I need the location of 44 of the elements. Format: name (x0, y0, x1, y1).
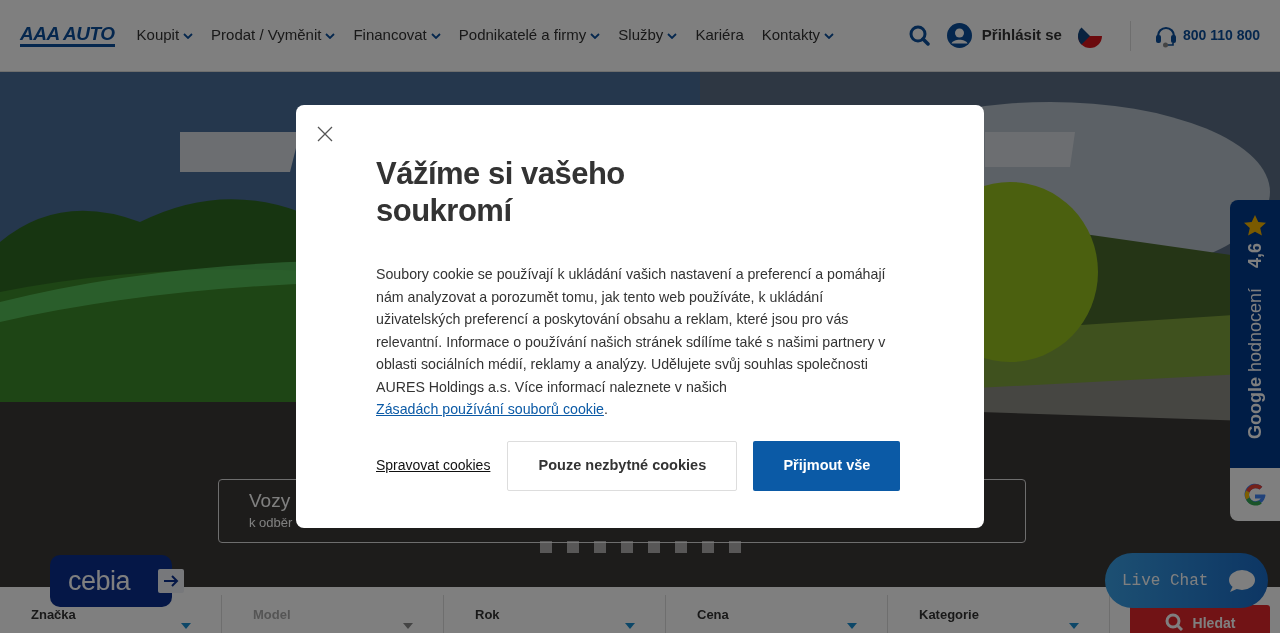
nav-link[interactable]: Služby (618, 24, 678, 47)
nav-link[interactable]: Kontakty (761, 24, 835, 47)
login-link[interactable]: Přihlásit se (981, 24, 1062, 47)
arrow-right-icon (158, 569, 184, 593)
nav-link[interactable]: Koupit (136, 24, 194, 47)
chevron-down-icon (590, 32, 601, 39)
close-button[interactable] (317, 126, 333, 142)
google-logo-icon (1243, 482, 1267, 507)
chevron-down-icon (824, 32, 835, 39)
filter-dropdown[interactable]: Rok (444, 595, 666, 633)
live-chat-button[interactable]: Live Chat (1105, 553, 1268, 608)
filter-dropdown[interactable]: Cena (666, 595, 888, 633)
user-avatar-icon[interactable] (946, 23, 972, 48)
banner-subtitle: k odběr (249, 513, 294, 532)
dialog-title: Vážíme si vašeho soukromí (376, 155, 626, 230)
logo[interactable]: AAA AUTO (20, 24, 115, 47)
search-icon (1164, 613, 1183, 631)
necessary-cookies-button[interactable]: Pouze nezbytné cookies (507, 440, 738, 491)
rating-label: Google hodnocení (1243, 288, 1266, 440)
rating-widget[interactable]: 4,6 Google hodnocení (1230, 200, 1280, 468)
cebia-badge[interactable]: cebia (50, 555, 172, 607)
search-icon[interactable] (908, 25, 930, 46)
nav-link[interactable]: Prodat / Vyměnit (211, 24, 336, 47)
dropdown-arrow-icon (403, 623, 413, 629)
chevron-down-icon (430, 32, 441, 39)
nav-link[interactable]: Podnikatelé a firmy (458, 24, 601, 47)
chevron-down-icon (325, 32, 336, 39)
dialog-text: Soubory cookie se používají k ukládání vašich nastavení a preferencí a pomáhají nám analyzovat a porozumět tomu, jak tento web používáte, k ukládání uživatelských preferencí a poskytování obsahu a reklam, které jsou pro vás relevantní. Informace o používání našich stránek sdílíme také s našimi partnery v oblasti sociálních médií, reklamy a analýzy. Udělujete svůj souhlas společnosti AURES Holdings a.s. Více informací naleznete v našich Zásadách používání souborů cookie. (376, 265, 887, 420)
star-icon (1243, 214, 1267, 237)
nav-link[interactable]: Kariéra (695, 24, 744, 47)
dropdown-arrow-icon (625, 623, 635, 629)
accept-all-button[interactable]: Přijmout vše (753, 440, 901, 491)
manage-cookies-link[interactable]: Spravovat cookies (376, 455, 491, 477)
chevron-down-icon (667, 32, 678, 39)
chat-bubble-icon (1228, 568, 1257, 593)
nav-link[interactable]: Financovat (353, 24, 441, 47)
dropdown-arrow-icon (181, 623, 191, 629)
banner-title: Vozy (249, 490, 292, 513)
policy-link[interactable]: Zásadách používání souborů cookie (376, 401, 604, 418)
dropdown-arrow-icon (847, 623, 857, 629)
chevron-down-icon (183, 32, 194, 39)
dropdown-arrow-icon (1069, 623, 1079, 629)
phone-link[interactable]: 800 110 800 (1182, 25, 1260, 46)
rating-score: 4,6 (1243, 243, 1266, 269)
